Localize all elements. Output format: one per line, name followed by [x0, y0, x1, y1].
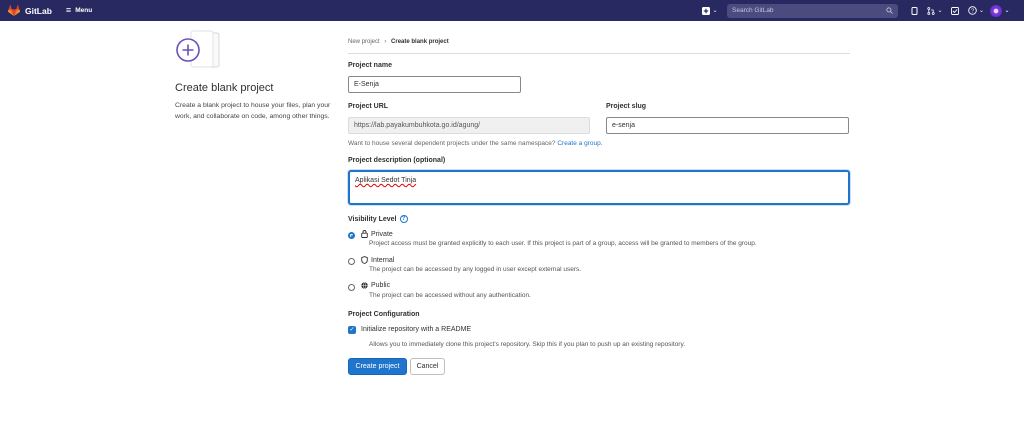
top-navigation-bar: GitLab ≡ Menu ⌄ Search GitLab ⌄ ? ⌄ ⌄ — [0, 0, 1024, 21]
create-group-link[interactable]: Create a group. — [557, 140, 602, 147]
svg-text:?: ? — [971, 9, 974, 15]
chevron-down-icon: ⌄ — [1004, 8, 1010, 14]
description-label: Project description (optional) — [348, 157, 446, 164]
menu-label: Menu — [75, 7, 93, 14]
description-value: Aplikasi Sedot Tinja — [355, 177, 417, 184]
merge-request-icon — [927, 6, 936, 15]
gitlab-logo[interactable]: GitLab — [8, 5, 52, 16]
namespace-help-text: Want to house several dependent projects… — [348, 140, 603, 147]
project-configuration-label: Project Configuration — [348, 311, 420, 318]
divider — [348, 53, 850, 54]
create-project-button[interactable]: Create project — [348, 358, 407, 375]
hamburger-icon: ≡ — [65, 5, 72, 15]
internal-label: Internal — [371, 256, 395, 264]
chevron-down-icon: ⌄ — [978, 8, 985, 14]
public-label: Public — [371, 282, 391, 289]
visibility-private-title: Private — [361, 230, 393, 238]
page-description: Create a blank project to house your fil… — [175, 102, 331, 120]
project-name-input[interactable]: E-Senja — [348, 76, 521, 93]
private-description: Project access must be granted explicitl… — [369, 240, 757, 247]
search-icon — [886, 7, 893, 14]
search-placeholder: Search GitLab — [732, 7, 774, 14]
readme-checkbox[interactable]: ✓ — [348, 326, 356, 334]
breadcrumb-current: Create blank project — [391, 39, 449, 45]
project-slug-value: e-senja — [612, 122, 635, 129]
project-url-label: Project URL — [348, 103, 389, 110]
plus-square-icon — [702, 6, 711, 15]
project-slug-input[interactable]: e-senja — [606, 117, 849, 134]
visibility-level-label: Visibility Level? — [348, 215, 408, 223]
project-url-value: https://lab.payakumbuhkota.go.id/agung/ — [354, 122, 481, 129]
visibility-public-radio[interactable] — [348, 284, 355, 291]
public-description: The project can be accessed without any … — [369, 292, 531, 299]
help-icon: ? — [968, 6, 977, 15]
todo-button[interactable] — [946, 6, 964, 15]
blank-project-illustration — [175, 30, 225, 74]
readme-help: Allows you to immediately clone this pro… — [369, 341, 686, 348]
merge-requests-button[interactable]: ⌄ — [924, 6, 946, 15]
visibility-label-text: Visibility Level — [348, 215, 397, 223]
project-url-field: https://lab.payakumbuhkota.go.id/agung/ — [348, 117, 590, 134]
issues-button[interactable] — [906, 6, 924, 15]
visibility-internal-radio[interactable] — [348, 258, 355, 265]
project-slug-label: Project slug — [606, 103, 647, 110]
project-description-textarea[interactable]: Aplikasi Sedot Tinja — [348, 170, 850, 205]
project-name-label: Project name — [348, 62, 392, 69]
breadcrumb-separator: › — [384, 39, 387, 45]
page-title: Create blank project — [175, 82, 274, 94]
question-circle-icon[interactable]: ? — [399, 215, 408, 223]
avatar — [990, 4, 1003, 17]
user-menu-button[interactable]: ⌄ — [988, 4, 1012, 17]
menu-button[interactable]: ≡ Menu — [66, 6, 92, 15]
visibility-public-title: Public — [361, 282, 390, 289]
new-item-button[interactable]: ⌄ — [699, 6, 721, 15]
lock-icon — [361, 230, 368, 238]
issues-icon — [911, 6, 918, 15]
shield-icon — [361, 256, 368, 264]
breadcrumb: New project › Create blank project — [348, 39, 449, 45]
readme-label: Initialize repository with a README — [361, 326, 472, 333]
help-button[interactable]: ? ⌄ — [964, 6, 988, 15]
cancel-button[interactable]: Cancel — [410, 358, 445, 375]
chevron-down-icon: ⌄ — [712, 8, 718, 14]
visibility-private-radio[interactable] — [348, 232, 355, 239]
visibility-internal-title: Internal — [361, 256, 394, 264]
private-label: Private — [371, 230, 393, 238]
internal-description: The project can be accessed by any logge… — [369, 266, 582, 273]
gitlab-tanuki-icon — [8, 5, 20, 16]
namespace-help: Want to house several dependent projects… — [348, 140, 556, 147]
todo-icon — [951, 6, 959, 15]
project-name-value: E-Senja — [354, 81, 379, 88]
globe-icon — [361, 282, 368, 289]
chevron-down-icon: ⌄ — [937, 8, 943, 14]
search-input[interactable]: Search GitLab — [727, 3, 898, 18]
breadcrumb-parent[interactable]: New project — [348, 39, 380, 45]
project-type-sidebar: Create blank project Create a blank proj… — [175, 30, 335, 120]
app-name: GitLab — [25, 5, 52, 16]
